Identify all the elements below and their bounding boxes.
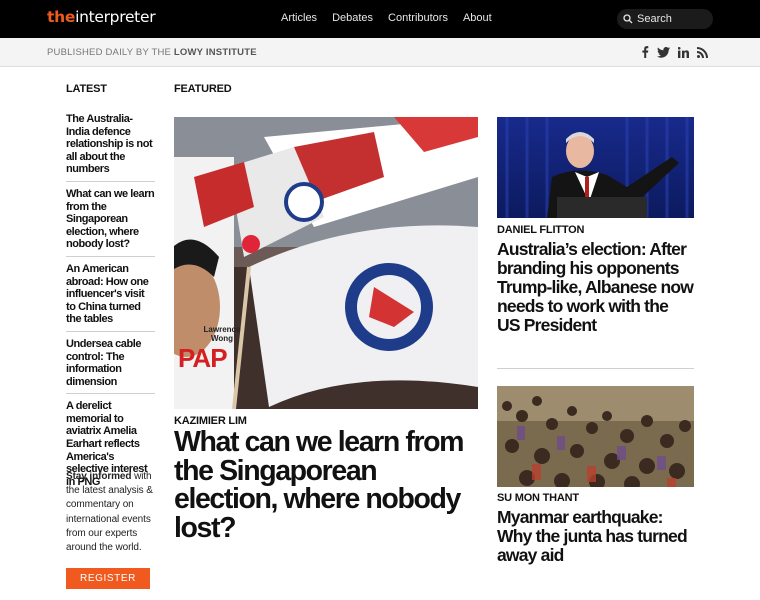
rss-icon[interactable]: [697, 46, 708, 58]
publisher-bar: PUBLISHED DAILY BY THE LOWY INSTITUTE: [0, 38, 760, 67]
side-story-2-image[interactable]: [497, 386, 694, 487]
latest-item[interactable]: Undersea cable control: The information …: [66, 338, 155, 395]
facebook-icon[interactable]: [641, 46, 649, 58]
linkedin-icon[interactable]: [678, 46, 689, 58]
latest-item[interactable]: The Australia-India defence relationship…: [66, 113, 155, 182]
nav-about[interactable]: About: [463, 12, 492, 24]
search-icon: [623, 14, 633, 24]
latest-item[interactable]: An American abroad: How one influencer's…: [66, 263, 155, 332]
latest-heading: LATEST: [66, 83, 107, 95]
poster-party: PAP: [178, 343, 228, 373]
side-story-2-author[interactable]: SU MON THANT: [497, 492, 579, 504]
featured-heading: FEATURED: [174, 83, 232, 95]
site-logo[interactable]: theinterpreter: [47, 8, 156, 26]
side-story-1-image[interactable]: [497, 117, 694, 218]
nav-contributors[interactable]: Contributors: [388, 12, 448, 24]
latest-item[interactable]: What can we learn from the Singaporean e…: [66, 188, 155, 257]
search-box[interactable]: Search: [617, 9, 713, 29]
newsletter-blurb: Stay informed with the latest analysis &…: [66, 471, 153, 554]
register-button[interactable]: REGISTER: [66, 568, 150, 589]
main-nav: Articles Debates Contributors About: [281, 12, 492, 24]
latest-list: The Australia-India defence relationship…: [66, 113, 155, 499]
nav-debates[interactable]: Debates: [332, 12, 373, 24]
side-story-2-title[interactable]: Myanmar earthquake: Why the junta has tu…: [497, 508, 694, 565]
search-label: Search: [637, 13, 672, 25]
twitter-icon[interactable]: [657, 46, 670, 58]
poster-name: Lawrence Wong: [203, 325, 241, 343]
top-navbar: theinterpreter Articles Debates Contribu…: [0, 0, 760, 38]
social-links: [641, 46, 708, 58]
column-divider: [497, 368, 694, 369]
featured-main-image[interactable]: Lawrence Wong PAP: [174, 117, 478, 409]
featured-main-title[interactable]: What can we learn from the Singaporean e…: [174, 428, 478, 542]
side-story-1-author[interactable]: DANIEL FLITTON: [497, 224, 584, 236]
published-by: PUBLISHED DAILY BY THE LOWY INSTITUTE: [47, 47, 257, 58]
nav-articles[interactable]: Articles: [281, 12, 317, 24]
side-story-1-title[interactable]: Australia’s election: After branding his…: [497, 240, 694, 335]
